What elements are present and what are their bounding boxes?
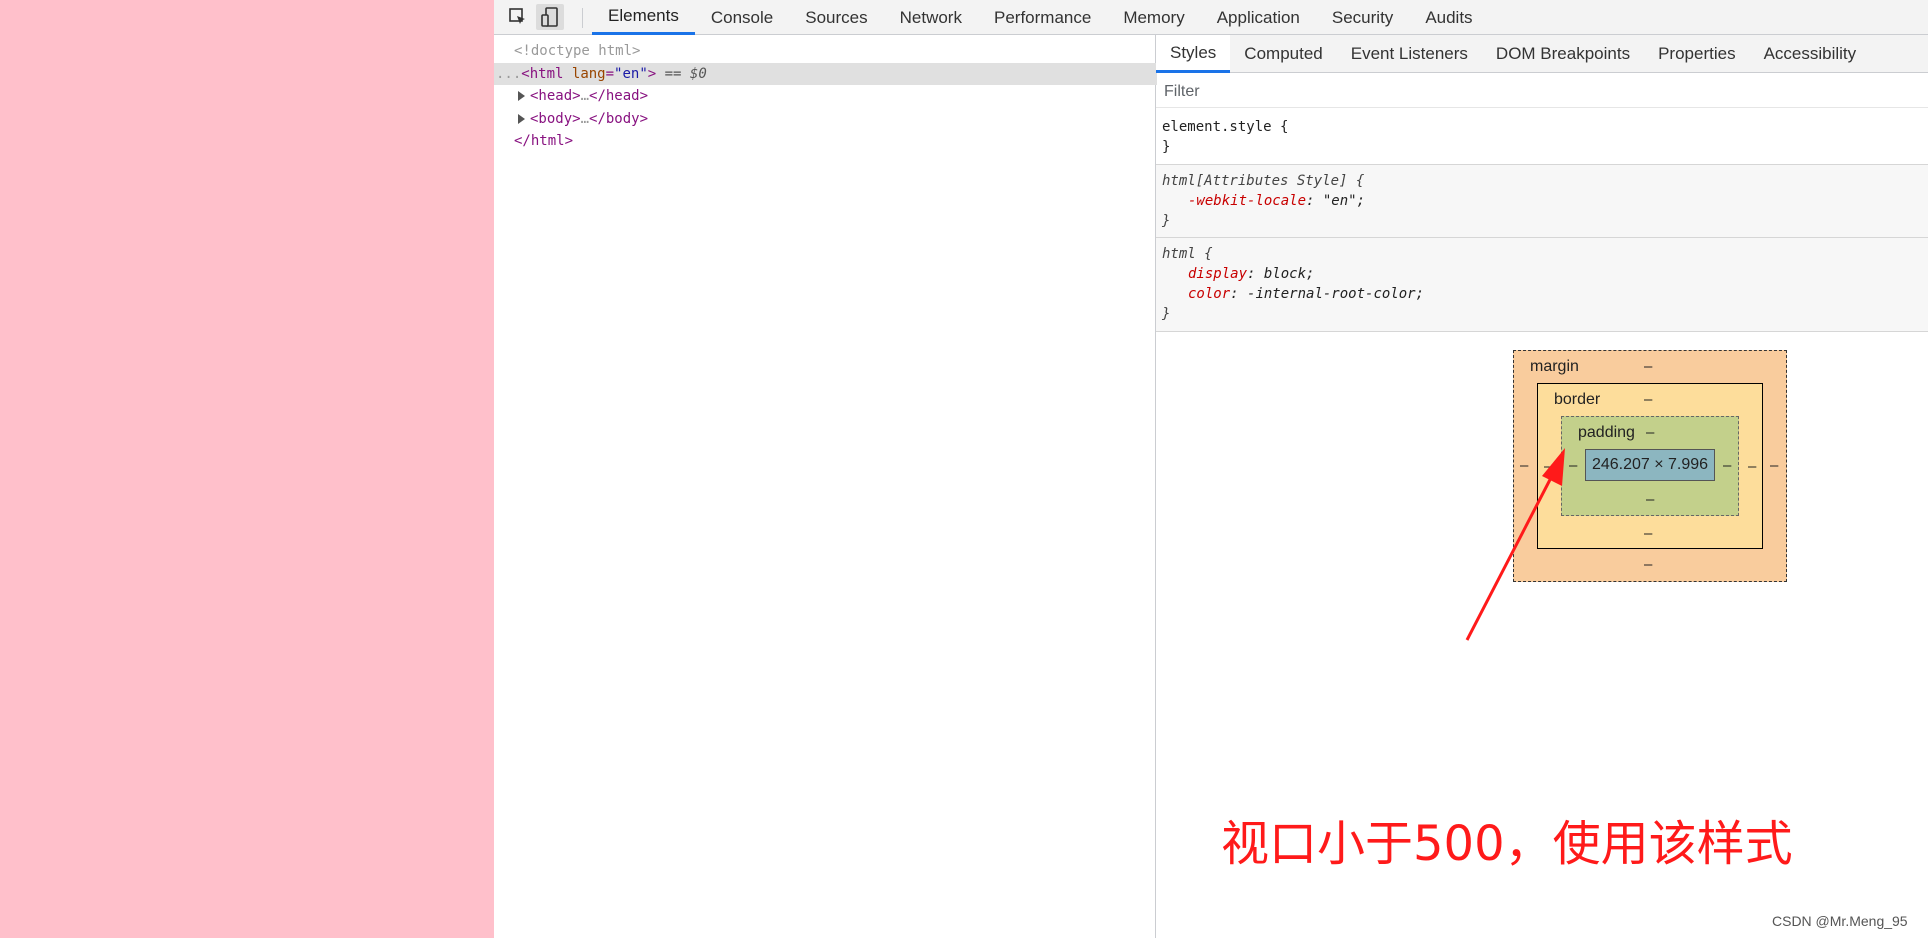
- box-model-content-size[interactable]: 246.207 × 7.996: [1585, 449, 1715, 481]
- rule-close-brace: }: [1162, 213, 1171, 229]
- tab-memory[interactable]: Memory: [1107, 0, 1200, 35]
- rule-attributes-style[interactable]: html[Attributes Style] { -webkit-locale:…: [1156, 165, 1928, 238]
- expand-triangle-icon[interactable]: [518, 91, 525, 101]
- css-value[interactable]: -internal-root-color;: [1247, 286, 1424, 302]
- selected-marker: == $0: [656, 66, 707, 82]
- expand-triangle-icon[interactable]: [518, 114, 525, 124]
- padding-label: padding: [1578, 424, 1635, 441]
- css-property[interactable]: -webkit-locale: [1188, 193, 1306, 209]
- padding-left-value[interactable]: –: [1569, 457, 1577, 474]
- html-attr-eq: =: [605, 66, 615, 82]
- padding-bottom-value[interactable]: –: [1646, 491, 1654, 508]
- css-value[interactable]: "en";: [1323, 193, 1365, 209]
- dom-body-node[interactable]: <body>… </body>: [494, 108, 1179, 130]
- html-attr-value: "en": [614, 66, 648, 82]
- css-property[interactable]: display: [1188, 266, 1247, 282]
- dom-head-node[interactable]: <head>… </head>: [494, 85, 1179, 107]
- toolbar-divider: [582, 8, 583, 28]
- rule-selector: html[Attributes Style] {: [1162, 173, 1365, 189]
- tab-sources[interactable]: Sources: [789, 0, 883, 35]
- filter-bar: [1156, 74, 1928, 108]
- html-end-tag: </html>: [514, 133, 574, 149]
- rule-html-user-agent[interactable]: html { display: block; color: -internal-…: [1156, 238, 1928, 332]
- rule-close-brace: }: [1162, 139, 1171, 155]
- inspect-element-icon[interactable]: [504, 4, 532, 30]
- html-prefix-dots: ...: [496, 66, 522, 82]
- tab-dom-breakpoints[interactable]: DOM Breakpoints: [1482, 35, 1644, 73]
- border-label: border: [1554, 391, 1601, 408]
- border-bottom-value[interactable]: –: [1644, 525, 1652, 542]
- margin-right-value[interactable]: –: [1770, 457, 1778, 474]
- tab-properties[interactable]: Properties: [1644, 35, 1749, 73]
- margin-label: margin: [1530, 358, 1579, 375]
- dom-html-node[interactable]: ... <html lang = "en" > == $0: [494, 63, 1157, 85]
- watermark: CSDN @Mr.Meng_95: [1772, 913, 1908, 929]
- body-close: </body>: [589, 111, 649, 127]
- tab-audits[interactable]: Audits: [1409, 0, 1488, 35]
- tab-network[interactable]: Network: [884, 0, 978, 35]
- padding-top-value[interactable]: –: [1646, 424, 1654, 441]
- rule-selector: html {: [1162, 246, 1213, 262]
- tab-event-listeners[interactable]: Event Listeners: [1337, 35, 1482, 73]
- tab-application[interactable]: Application: [1201, 0, 1316, 35]
- dom-doctype[interactable]: <!doctype html>: [494, 40, 1175, 62]
- elements-panel: <!doctype html> ... <html lang = "en" > == $…: [494, 35, 1157, 938]
- html-attr-name: lang: [571, 66, 606, 82]
- tab-styles[interactable]: Styles: [1156, 35, 1231, 73]
- head-close: </head>: [589, 88, 649, 104]
- body-ellipsis: …: [580, 111, 590, 127]
- html-tag-close: >: [647, 66, 657, 82]
- filter-input[interactable]: [1162, 78, 1906, 106]
- device-toolbar-icon[interactable]: [536, 4, 564, 30]
- page-viewport: [0, 0, 494, 938]
- head-ellipsis: …: [580, 88, 590, 104]
- css-property[interactable]: color: [1188, 286, 1230, 302]
- tab-console[interactable]: Console: [695, 0, 789, 35]
- html-tag-open: <html: [521, 66, 564, 82]
- tab-performance[interactable]: Performance: [978, 0, 1107, 35]
- head-open: <head>: [530, 88, 581, 104]
- tab-elements[interactable]: Elements: [592, 0, 695, 35]
- css-value[interactable]: block;: [1264, 266, 1315, 282]
- devtools-toolbar: Elements Console Sources Network Perform…: [494, 0, 1928, 35]
- margin-left-value[interactable]: –: [1520, 457, 1528, 474]
- tab-accessibility[interactable]: Accessibility: [1750, 35, 1871, 73]
- border-left-value[interactable]: –: [1544, 458, 1552, 475]
- tab-computed[interactable]: Computed: [1230, 35, 1336, 73]
- padding-right-value[interactable]: –: [1723, 457, 1731, 474]
- annotation-text: 视口小于500，使用该样式: [1221, 816, 1793, 872]
- margin-bottom-value[interactable]: –: [1644, 556, 1652, 573]
- dom-html-end[interactable]: </html>: [494, 130, 1175, 152]
- border-right-value[interactable]: –: [1748, 458, 1756, 475]
- tab-security[interactable]: Security: [1316, 0, 1409, 35]
- doctype-text: <!doctype html>: [514, 43, 641, 59]
- rule-selector: element.style {: [1162, 119, 1289, 135]
- box-model-padding[interactable]: padding – – – – 246.207 × 7.996: [1561, 416, 1739, 516]
- box-model-margin[interactable]: margin – – – – border – – – – padding – …: [1513, 350, 1787, 582]
- main-tabs: Elements Console Sources Network Perform…: [592, 0, 1489, 35]
- border-top-value[interactable]: –: [1644, 391, 1652, 408]
- rule-close-brace: }: [1162, 306, 1171, 322]
- body-open: <body>: [530, 111, 581, 127]
- box-model-border[interactable]: border – – – – padding – – – – 246.207 ×…: [1537, 383, 1763, 549]
- rule-element-style[interactable]: element.style { }: [1156, 113, 1928, 165]
- margin-top-value[interactable]: –: [1644, 358, 1652, 375]
- sidebar-tabs: Styles Computed Event Listeners DOM Brea…: [1156, 35, 1928, 73]
